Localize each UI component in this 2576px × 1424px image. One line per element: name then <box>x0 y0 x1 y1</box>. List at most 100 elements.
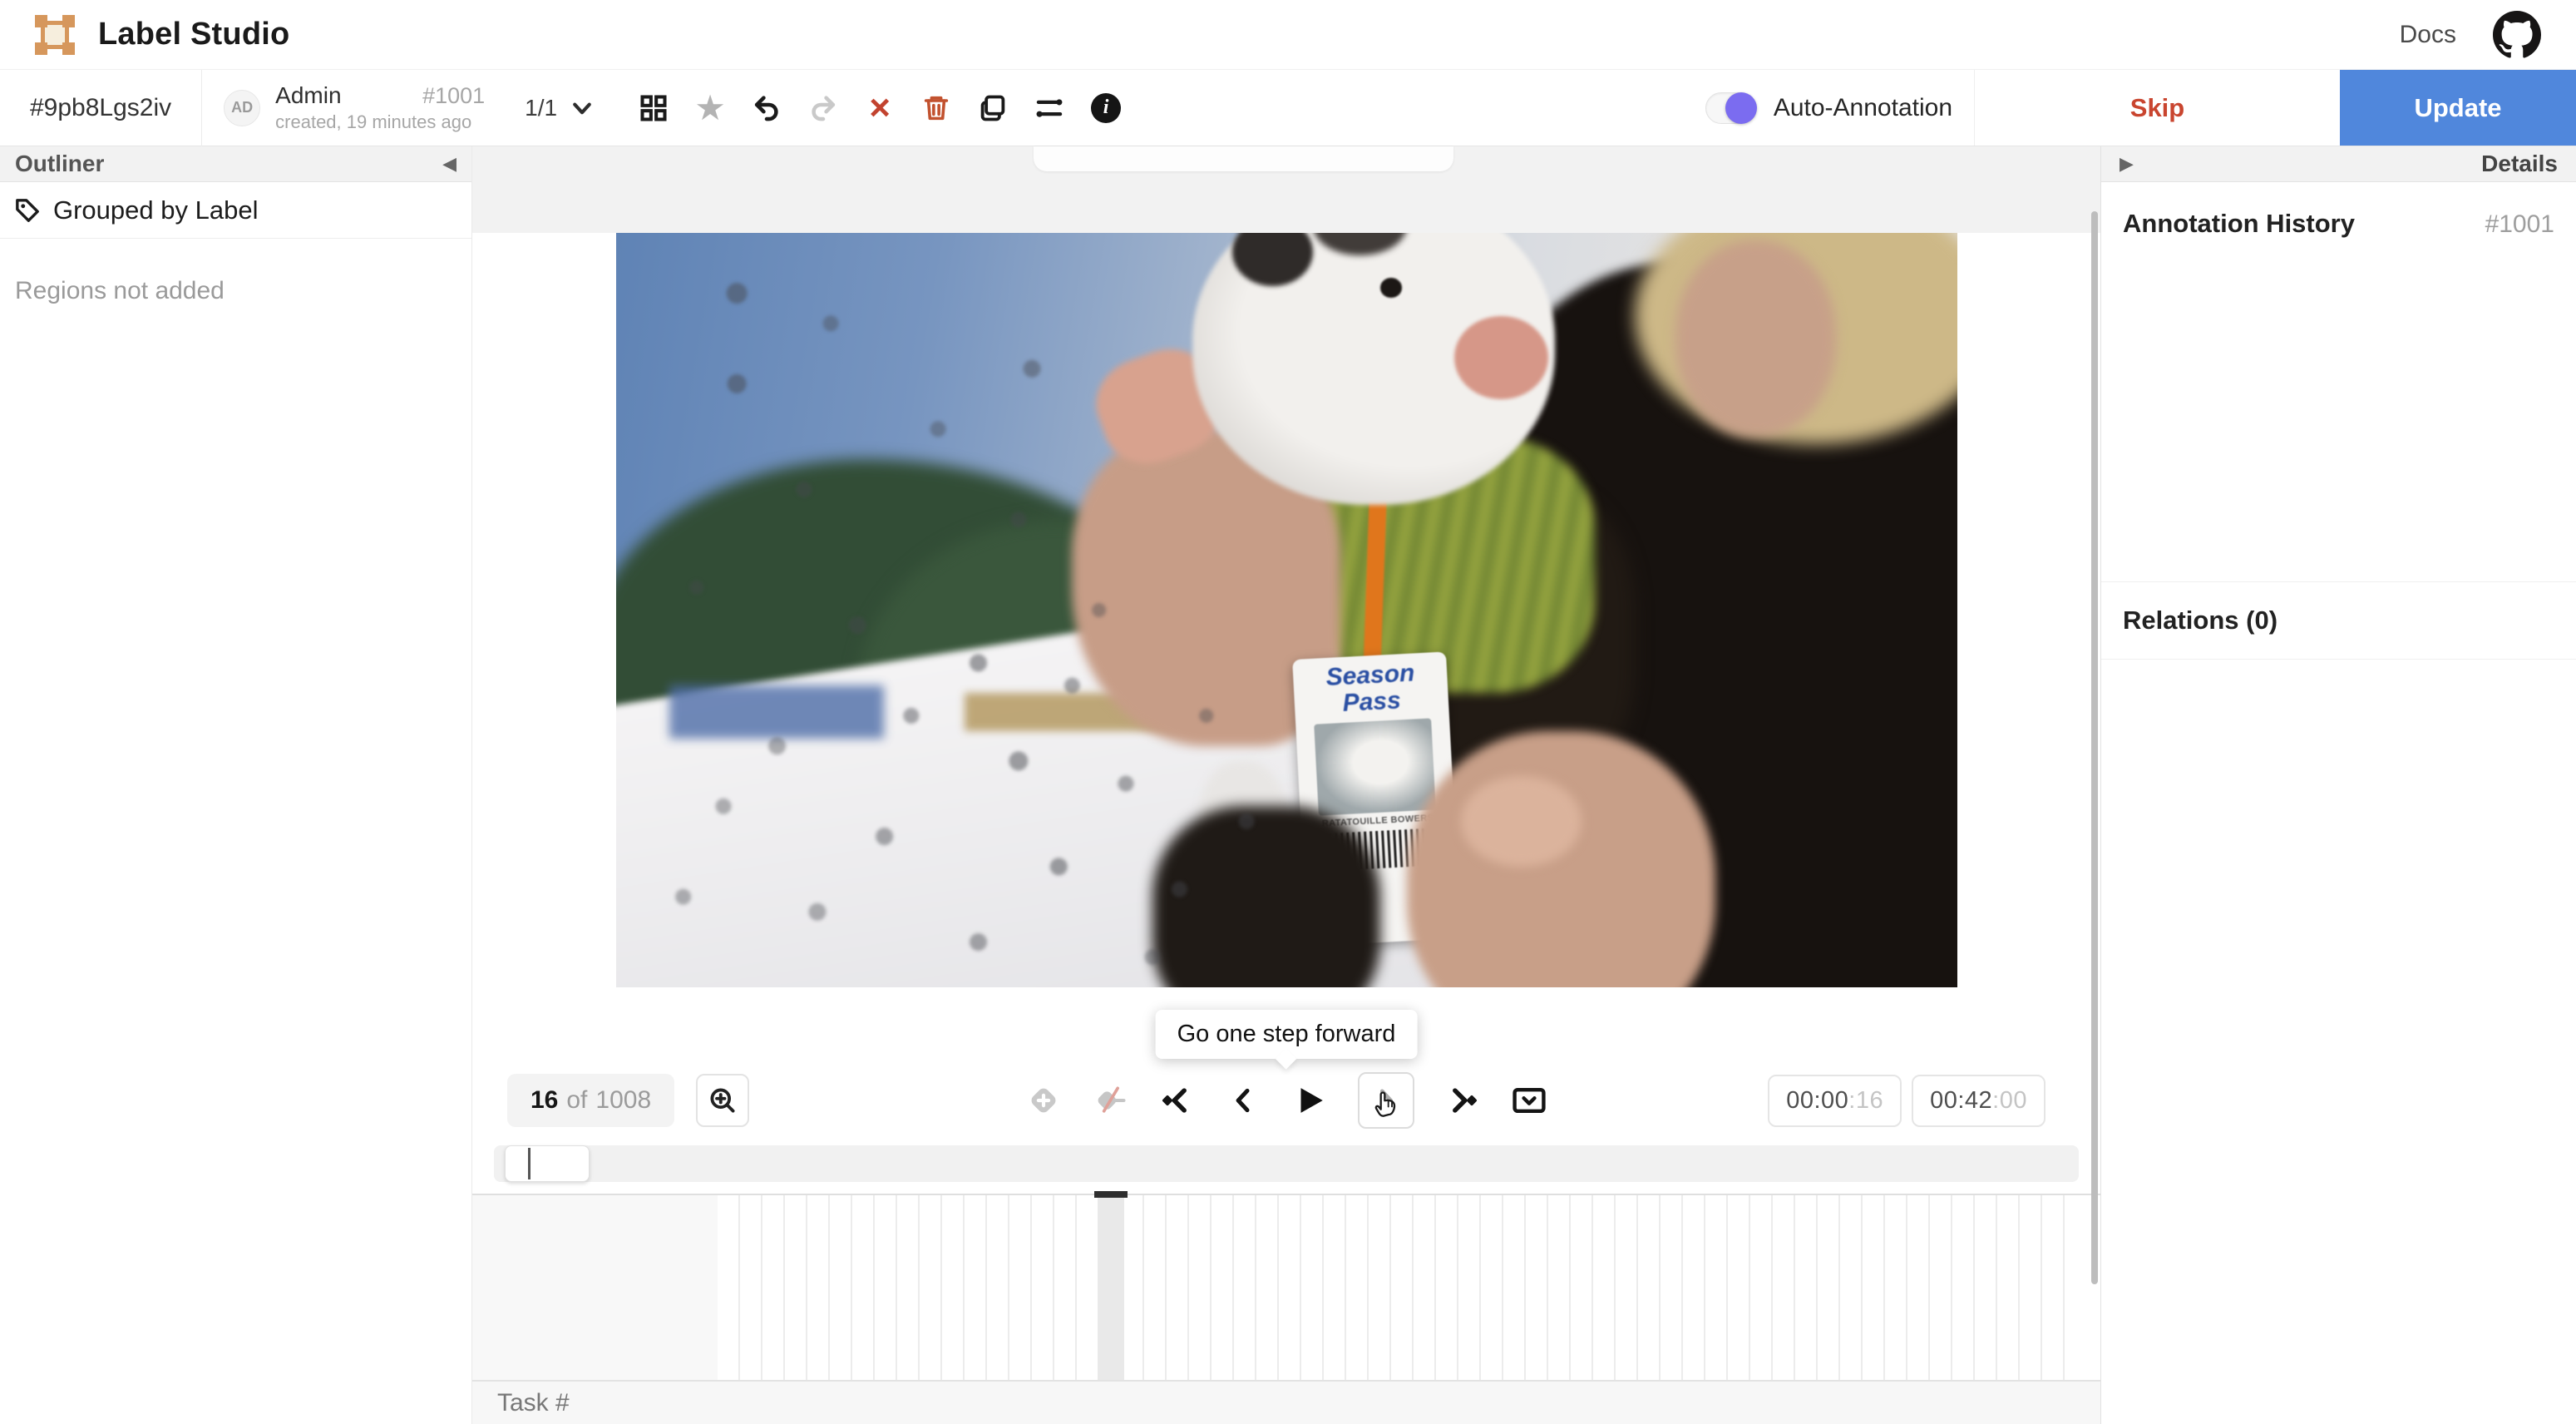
step-forward-button[interactable] <box>1358 1072 1414 1129</box>
star-icon[interactable]: ★ <box>693 91 727 125</box>
badge-photo <box>1315 718 1437 816</box>
timeline-frame-grid[interactable] <box>718 1195 2069 1380</box>
video-frame[interactable]: Season Pass RATATOUILLE BOWERS <box>616 233 1957 987</box>
details-panel: ▶ Details Annotation History #1001 Relat… <box>2100 146 2576 1424</box>
frames-timeline[interactable] <box>472 1194 2100 1381</box>
task-bar: Task # <box>472 1381 2100 1424</box>
header-right: Docs <box>2400 11 2541 59</box>
playhead-marker <box>528 1148 530 1179</box>
relations-section[interactable]: Relations (0) <box>2101 581 2576 660</box>
zoom-in-button[interactable] <box>696 1074 749 1127</box>
outliner-header: Outliner ◀ <box>0 146 471 182</box>
toggle-knob <box>1725 92 1757 124</box>
redo-icon[interactable] <box>807 91 840 125</box>
sleeve-shape <box>1152 806 1380 987</box>
person-face-shape <box>1675 240 1837 437</box>
annotation-toolbar: #9pb8Lgs2iv AD Admin #1001 created, 19 m… <box>0 70 2576 146</box>
toolbar-right: Auto-Annotation Skip Update <box>1705 70 2576 146</box>
current-frame-column <box>1098 1195 1124 1380</box>
reject-icon[interactable]: × <box>863 91 896 125</box>
hand-cursor-icon <box>1371 1084 1404 1120</box>
docs-link[interactable]: Docs <box>2400 21 2456 49</box>
toolbar-icons: ★ × i <box>637 91 1123 125</box>
info-icon[interactable]: i <box>1089 91 1123 125</box>
details-header: ▶ Details <box>2101 146 2576 182</box>
interpolation-toggle-button[interactable] <box>1092 1082 1128 1119</box>
label-studio-app: Label Studio Docs #9pb8Lgs2iv AD Admin #… <box>0 0 2576 1424</box>
current-time-input[interactable]: 00:00:16 <box>1768 1075 1902 1127</box>
building-shape <box>669 685 884 738</box>
workspace: Outliner ◀ Grouped by Label Regions not … <box>0 146 2576 1424</box>
play-button[interactable] <box>1291 1082 1328 1119</box>
player-controls: 16of1008 <box>472 1059 2100 1142</box>
label-studio-logo-icon[interactable] <box>35 15 75 55</box>
keyframe-back-icon <box>1158 1082 1195 1119</box>
collapse-left-icon[interactable]: ◀ <box>442 154 456 175</box>
minimap-viewport-handle[interactable] <box>505 1145 590 1182</box>
diamond-plus-icon <box>1026 1083 1061 1118</box>
annotation-history-id: #1001 <box>2485 210 2554 239</box>
skip-button[interactable]: Skip <box>1974 70 2340 146</box>
video-container: Season Pass RATATOUILLE BOWERS <box>472 233 2100 987</box>
step-back-button[interactable] <box>1225 1082 1261 1119</box>
delete-icon[interactable] <box>920 91 953 125</box>
avatar: AD <box>224 90 260 126</box>
relations-settings-icon[interactable] <box>1033 91 1066 125</box>
outliner-sidebar: Outliner ◀ Grouped by Label Regions not … <box>0 146 472 1424</box>
undo-icon[interactable] <box>750 91 783 125</box>
timeline-label-gutter <box>472 1195 718 1380</box>
tooltip: Go one step forward <box>1156 1010 1418 1059</box>
annotator-block[interactable]: AD Admin #1001 created, 19 minutes ago <box>202 82 506 133</box>
regions-empty-text: Regions not added <box>0 239 471 344</box>
frame-counter-input[interactable]: 16of1008 <box>507 1074 674 1127</box>
chevron-left-icon <box>1226 1084 1260 1117</box>
annotation-id: #1001 <box>422 83 485 109</box>
next-keyframe-button[interactable] <box>1444 1082 1481 1119</box>
current-frame: 16 <box>530 1086 558 1114</box>
diamond-slash-icon <box>1092 1082 1128 1119</box>
duplicate-icon[interactable] <box>976 91 1009 125</box>
time-displays: 00:00:16 00:42:00 <box>1768 1075 2046 1127</box>
pagination-value: 1/1 <box>525 95 557 121</box>
auto-annotation-toggle[interactable] <box>1705 92 1755 124</box>
collapse-frames-icon <box>1511 1080 1547 1120</box>
keyframe-forward-icon <box>1444 1082 1481 1119</box>
timeline-minimap[interactable] <box>494 1145 2079 1182</box>
total-time-input[interactable]: 00:42:00 <box>1912 1075 2046 1127</box>
add-region-button[interactable] <box>1025 1082 1062 1119</box>
current-frame-marker[interactable] <box>1094 1191 1128 1198</box>
chevron-down-icon <box>570 96 594 120</box>
prev-keyframe-button[interactable] <box>1158 1082 1195 1119</box>
relations-title: Relations (0) <box>2123 606 2277 635</box>
auto-annotation-label: Auto-Annotation <box>1774 94 1952 122</box>
task-id: #9pb8Lgs2iv <box>0 94 201 122</box>
grid-view-icon[interactable] <box>637 91 670 125</box>
group-mode-label: Grouped by Label <box>53 195 258 225</box>
annotation-created: created, 19 minutes ago <box>275 111 485 133</box>
content-top-strip <box>472 146 2100 233</box>
collapse-frames-button[interactable] <box>1511 1082 1547 1119</box>
vertical-scrollbar[interactable] <box>2091 211 2098 1284</box>
task-label: Task # <box>497 1389 570 1417</box>
app-header: Label Studio Docs <box>0 0 2576 70</box>
opossum-eye-shape <box>1380 278 1402 298</box>
update-button[interactable]: Update <box>2340 70 2576 146</box>
annotation-history-section[interactable]: Annotation History #1001 <box>2101 182 2576 264</box>
annotator-name: Admin <box>275 82 341 109</box>
details-title: Details <box>2481 151 2558 177</box>
expand-right-icon[interactable]: ▶ <box>2120 154 2134 175</box>
outliner-title: Outliner <box>15 151 104 177</box>
play-icon <box>1292 1083 1327 1118</box>
foreground-hand-shape <box>1461 776 1582 867</box>
annotation-history-title: Annotation History <box>2123 209 2355 239</box>
total-frames: 1008 <box>595 1086 651 1114</box>
tag-icon <box>15 198 40 223</box>
group-by-label-row[interactable]: Grouped by Label <box>0 182 471 239</box>
github-icon[interactable] <box>2493 11 2541 59</box>
playback-cluster <box>1025 1072 1547 1129</box>
app-title: Label Studio <box>98 17 289 52</box>
annotation-pagination[interactable]: 1/1 <box>525 95 594 121</box>
floating-panel-peek <box>1034 146 1453 171</box>
foreground-hand-shape <box>1407 731 1715 987</box>
main-content: Season Pass RATATOUILLE BOWERS Go one st… <box>472 146 2100 1424</box>
